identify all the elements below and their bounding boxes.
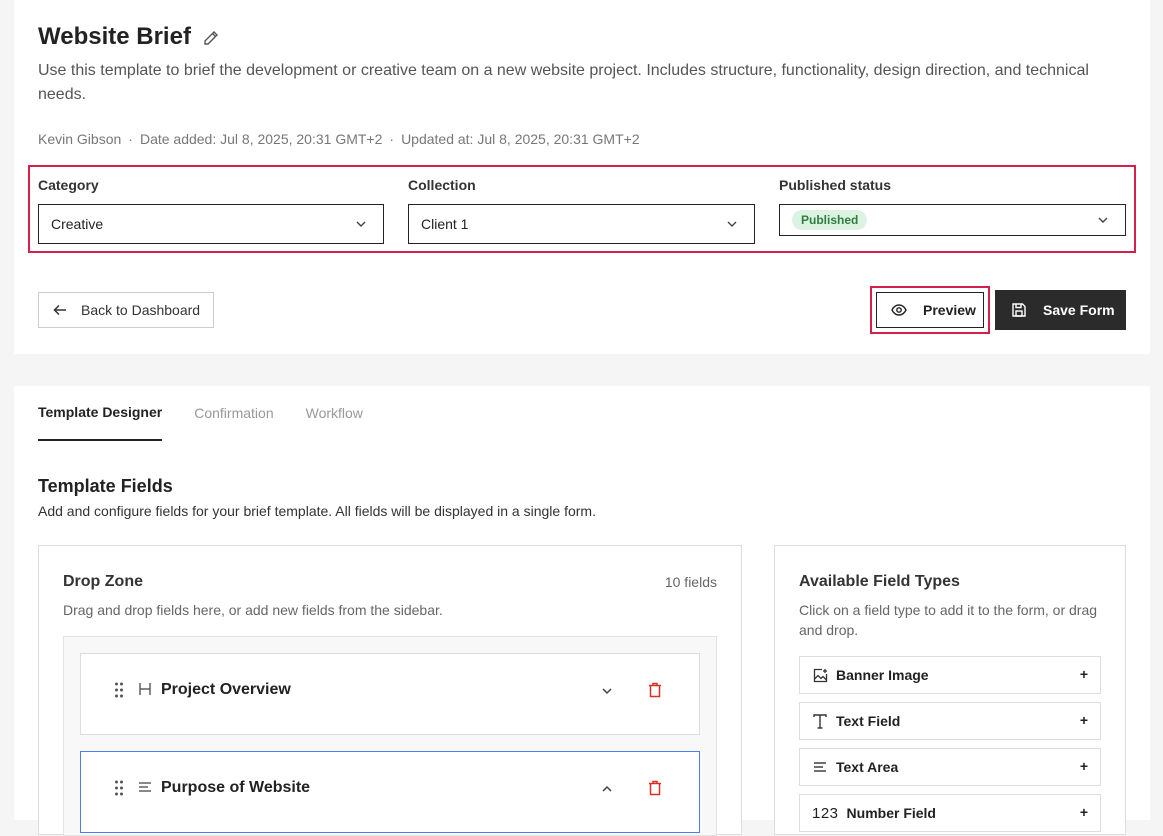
drop-zone-subtitle: Drag and drop fields here, or add new fi…: [63, 602, 443, 618]
field-type-label: Number Field: [846, 805, 936, 821]
field-types-panel: Available Field Types Click on a field t…: [774, 545, 1126, 835]
field-count: 10 fields: [664, 574, 717, 590]
field-type-text-area[interactable]: Text Area +: [799, 748, 1101, 786]
preview-button[interactable]: Preview: [876, 292, 984, 328]
eye-icon: [891, 304, 907, 316]
back-to-dashboard-button[interactable]: Back to Dashboard: [38, 292, 214, 328]
tab-bar: Template Designer Confirmation Workflow: [38, 386, 395, 441]
field-card[interactable]: Purpose of Website: [80, 751, 700, 833]
meta-separator: ·: [128, 131, 133, 147]
category-value: Creative: [51, 216, 104, 232]
updated-at: Updated at: Jul 8, 2025, 20:31 GMT+2: [401, 131, 640, 147]
field-type-text-field[interactable]: Text Field +: [799, 702, 1101, 740]
save-form-button[interactable]: Save Form: [995, 290, 1126, 330]
drop-zone-area[interactable]: Project Overview Purpose of Website: [63, 636, 717, 836]
text-field-icon: [812, 713, 828, 729]
collection-label: Collection: [408, 177, 476, 193]
collection-value: Client 1: [421, 216, 469, 232]
page-title: Website Brief: [38, 23, 191, 50]
plus-icon: +: [1079, 758, 1088, 774]
text-area-icon: [139, 782, 151, 792]
chevron-down-icon[interactable]: [601, 685, 613, 697]
text-area-icon: [812, 759, 828, 775]
preview-label: Preview: [923, 302, 976, 318]
author-name: Kevin Gibson: [38, 131, 122, 147]
number-icon: 123: [812, 804, 839, 822]
heading-icon: [139, 683, 151, 695]
preview-highlight: Preview: [870, 286, 990, 334]
save-label: Save Form: [1043, 302, 1115, 318]
category-label: Category: [38, 177, 99, 193]
drag-handle-icon[interactable]: [115, 682, 123, 698]
back-label: Back to Dashboard: [81, 302, 201, 318]
page-description: Use this template to brief the developme…: [38, 62, 1089, 103]
trash-icon[interactable]: [648, 780, 662, 796]
chevron-down-icon: [356, 221, 366, 227]
chevron-up-icon[interactable]: [601, 783, 613, 795]
plus-icon: +: [1079, 712, 1088, 728]
category-select[interactable]: Creative: [38, 204, 384, 244]
plus-icon: +: [1079, 804, 1088, 820]
plus-icon: +: [1079, 666, 1088, 682]
field-type-label: Banner Image: [836, 667, 929, 683]
template-fields-subtitle: Add and configure fields for your brief …: [38, 503, 596, 519]
field-card[interactable]: Project Overview: [80, 653, 700, 735]
meta-separator: ·: [389, 131, 395, 147]
chevron-down-icon: [1098, 217, 1108, 223]
field-types-subtitle: Click on a field type to add it to the f…: [799, 602, 1098, 638]
tab-workflow[interactable]: Workflow: [306, 386, 363, 441]
arrow-left-icon: [53, 304, 66, 316]
drag-handle-icon[interactable]: [115, 780, 123, 796]
status-filter: Published status Published: [779, 176, 1126, 236]
category-filter: Category Creative: [38, 176, 384, 244]
filters-highlight: Category Creative Collection Client 1 Pu…: [28, 165, 1136, 253]
metadata-line: Kevin Gibson · Date added: Jul 8, 2025, 20…: [38, 131, 640, 147]
image-icon: [812, 667, 828, 683]
designer-panel: Template Designer Confirmation Workflow …: [14, 386, 1150, 836]
field-name: Purpose of Website: [161, 779, 311, 796]
field-type-label: Text Area: [836, 759, 899, 775]
save-icon: [1012, 303, 1026, 317]
tab-confirmation[interactable]: Confirmation: [194, 386, 273, 441]
template-fields-title: Template Fields: [38, 476, 173, 496]
status-label: Published status: [779, 177, 892, 193]
collection-select[interactable]: Client 1: [408, 204, 755, 244]
drop-zone: Drop Zone 10 fields Drag and drop fields…: [38, 545, 742, 836]
field-type-number-field[interactable]: 123 Number Field +: [799, 794, 1101, 832]
field-type-banner-image[interactable]: Banner Image +: [799, 656, 1101, 694]
chevron-down-icon: [727, 221, 737, 227]
trash-icon[interactable]: [648, 682, 662, 698]
field-types-title: Available Field Types: [799, 573, 960, 590]
status-select[interactable]: Published: [779, 204, 1126, 236]
drop-zone-title: Drop Zone: [63, 573, 143, 590]
field-name: Project Overview: [161, 681, 291, 698]
field-type-label: Text Field: [836, 713, 901, 729]
pencil-icon[interactable]: [203, 30, 219, 46]
collection-filter: Collection Client 1: [408, 176, 755, 244]
tab-template-designer[interactable]: Template Designer: [38, 386, 163, 441]
status-badge: Published: [792, 210, 868, 230]
date-added: Date added: Jul 8, 2025, 20:31 GMT+2: [139, 131, 383, 147]
